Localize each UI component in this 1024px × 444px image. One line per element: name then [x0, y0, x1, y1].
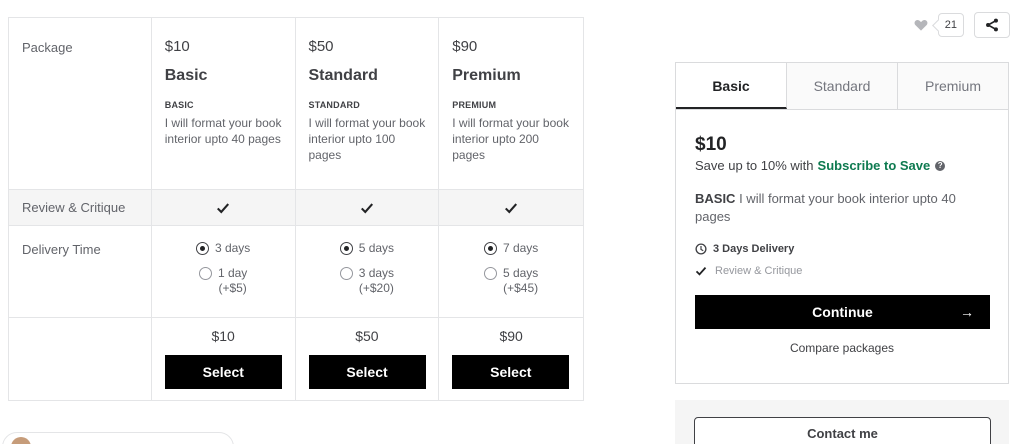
check-icon — [695, 267, 707, 276]
radio-selected[interactable] — [483, 242, 497, 255]
select-basic-button[interactable]: Select — [164, 355, 282, 389]
delivery-option-selected[interactable]: 5 days — [296, 241, 439, 256]
delivery-option-alt[interactable]: 3 days (+$20) — [296, 266, 439, 296]
check-icon — [505, 202, 518, 213]
package-premium: $90 Premium PREMIUM I will format your b… — [439, 18, 583, 189]
select-premium-button[interactable]: Select — [452, 355, 570, 389]
package-price: $50 — [308, 38, 334, 55]
package-price: $10 — [164, 38, 190, 55]
heart-icon[interactable] — [914, 19, 928, 31]
review-standard — [296, 189, 440, 226]
panel-delivery: 3 Days Delivery — [695, 243, 989, 255]
check-icon — [360, 202, 373, 213]
select-price: $10 — [211, 328, 235, 344]
arrow-right-icon: → — [960, 304, 974, 320]
package-tabs: Basic Standard Premium — [676, 63, 1008, 110]
tab-premium[interactable]: Premium — [898, 63, 1008, 109]
save-text: Save up to 10% with — [695, 158, 814, 173]
select-row: $10 Select $50 Select $90 Select — [9, 318, 583, 400]
tab-standard[interactable]: Standard — [787, 63, 898, 109]
package-tier: BASIC — [164, 100, 194, 110]
delivery-label: Delivery Time — [9, 226, 152, 317]
package-price: $90 — [452, 38, 478, 55]
share-button[interactable] — [974, 12, 1010, 38]
select-row-label — [9, 318, 152, 400]
review-label: Review & Critique — [9, 189, 152, 226]
radio-selected[interactable] — [195, 242, 209, 255]
package-compare-table: Package $10 Basic BASIC I will format yo… — [8, 17, 584, 401]
package-description: I will format your book interior upto 20… — [452, 116, 569, 162]
package-description: I will format your book interior upto 10… — [308, 116, 426, 162]
radio-unselected[interactable] — [339, 267, 353, 280]
subscribe-link[interactable]: Subscribe to Save — [818, 158, 931, 173]
delivery-standard: 5 days 3 days (+$20) — [296, 226, 440, 317]
package-name: Premium — [452, 67, 521, 84]
package-name: Standard — [308, 67, 378, 84]
gig-actions: 21 — [914, 12, 1010, 38]
delivery-option-alt[interactable]: 1 day (+$5) — [152, 266, 295, 296]
package-description: I will format your book interior upto 40… — [164, 116, 282, 146]
delivery-option-selected[interactable]: 3 days — [152, 241, 295, 256]
review-premium — [439, 190, 583, 226]
delivery-option-alt[interactable]: 5 days (+$45) — [439, 266, 583, 296]
clock-icon — [695, 243, 707, 255]
delivery-option-selected[interactable]: 7 days — [439, 241, 583, 256]
panel-description: BASIC I will format your book interior u… — [695, 191, 956, 224]
tab-basic[interactable]: Basic — [676, 63, 787, 109]
select-price: $50 — [355, 328, 379, 344]
panel-review: Review & Critique — [695, 265, 989, 277]
package-label: Package — [9, 18, 152, 189]
package-standard: $50 Standard STANDARD I will format your… — [296, 18, 440, 189]
package-panel: Basic Standard Premium $10 Save up to 10… — [675, 62, 1009, 384]
package-row: Package $10 Basic BASIC I will format yo… — [9, 18, 583, 190]
subscribe-line: Save up to 10% with Subscribe to Save ? — [695, 158, 989, 173]
package-tier: STANDARD — [308, 100, 360, 110]
share-icon — [986, 18, 998, 32]
delivery-row: Delivery Time 3 days 1 day (+$5) 5 days 3… — [9, 226, 583, 318]
package-basic: $10 Basic BASIC I will format your book … — [152, 18, 296, 189]
like-count: 21 — [937, 13, 964, 37]
seller-chip[interactable]: M — [2, 432, 234, 444]
contact-button[interactable]: Contact me — [694, 417, 991, 444]
continue-button[interactable]: Continue → — [695, 295, 990, 329]
review-basic — [152, 189, 296, 226]
help-icon[interactable]: ? — [935, 160, 946, 171]
delivery-basic: 3 days 1 day (+$5) — [152, 226, 296, 317]
radio-selected[interactable] — [339, 242, 353, 255]
delivery-premium: 7 days 5 days (+$45) — [439, 226, 583, 317]
package-tier: PREMIUM — [452, 100, 497, 110]
review-row: Review & Critique — [9, 189, 583, 226]
radio-unselected[interactable] — [198, 267, 212, 280]
check-icon — [217, 202, 230, 213]
panel-price: $10 — [695, 134, 727, 155]
select-standard-button[interactable]: Select — [308, 355, 426, 389]
package-name: Basic — [164, 67, 208, 84]
select-price: $90 — [499, 328, 523, 344]
select-premium: $90 Select — [439, 318, 583, 400]
contact-section: Contact me — [675, 400, 1009, 444]
compare-packages-link[interactable]: Compare packages — [695, 341, 989, 355]
radio-unselected[interactable] — [483, 267, 497, 280]
avatar — [11, 437, 31, 444]
select-basic: $10 Select — [152, 318, 296, 400]
panel-body: $10 Save up to 10% with Subscribe to Sav… — [676, 110, 1008, 355]
select-standard: $50 Select — [296, 318, 440, 400]
